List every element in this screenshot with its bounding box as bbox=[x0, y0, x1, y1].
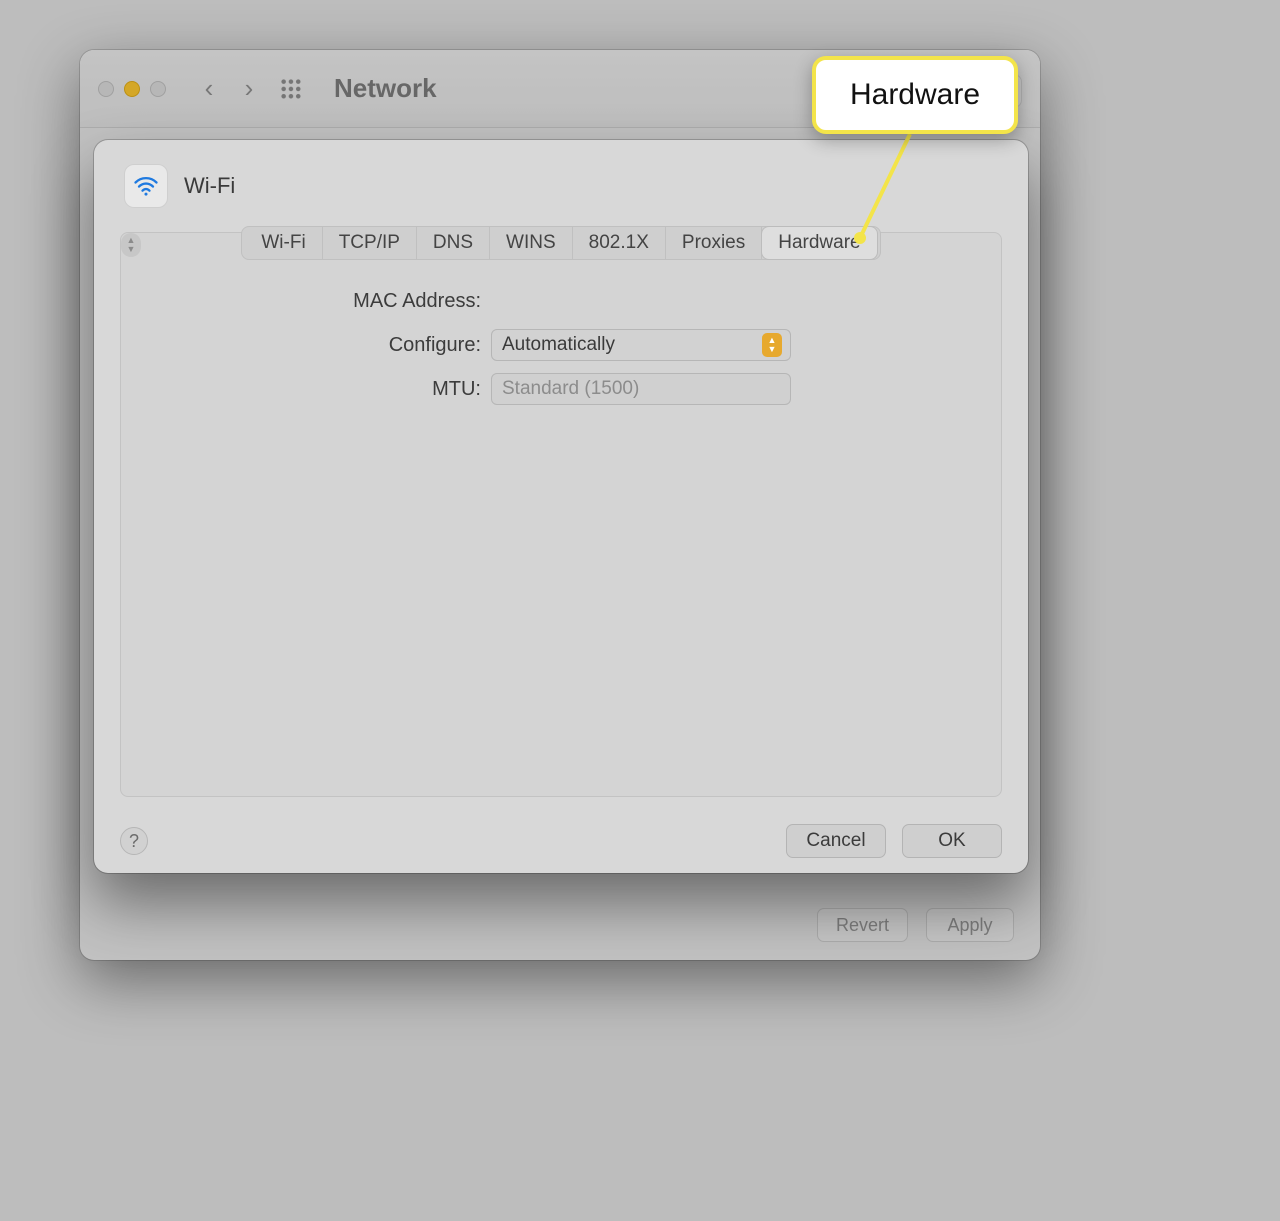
tab-hardware[interactable]: Hardware bbox=[762, 227, 876, 259]
mtu-select[interactable]: Standard (1500) ▲▼ bbox=[491, 373, 791, 405]
mtu-label: MTU: bbox=[121, 378, 491, 401]
mac-address-row: MAC Address: bbox=[121, 279, 1001, 323]
help-button[interactable]: ? bbox=[120, 827, 148, 855]
tab-dns[interactable]: DNS bbox=[417, 227, 490, 259]
sheet-footer: ? Cancel OK bbox=[94, 809, 1028, 873]
tab-proxies[interactable]: Proxies bbox=[666, 227, 762, 259]
select-stepper-icon: ▲▼ bbox=[121, 233, 141, 257]
apply-button[interactable]: Apply bbox=[926, 908, 1014, 942]
hardware-tab-content: MAC Address: Configure: Automatically ▲▼… bbox=[120, 232, 1002, 797]
tab-8021x[interactable]: 802.1X bbox=[573, 227, 666, 259]
configure-select-value: Automatically bbox=[502, 334, 615, 356]
wifi-icon bbox=[124, 164, 168, 208]
hardware-callout-label: Hardware bbox=[850, 78, 980, 112]
configure-row: Configure: Automatically ▲▼ bbox=[121, 323, 1001, 367]
mac-address-label: MAC Address: bbox=[121, 290, 491, 313]
network-window-footer: Revert Apply bbox=[80, 890, 1040, 960]
ok-button[interactable]: OK bbox=[902, 824, 1002, 858]
tab-wifi[interactable]: Wi-Fi bbox=[245, 227, 322, 259]
configure-label: Configure: bbox=[121, 334, 491, 357]
mtu-row: MTU: Standard (1500) ▲▼ bbox=[121, 367, 1001, 411]
sheet-service-name: Wi-Fi bbox=[184, 173, 235, 199]
tab-wins[interactable]: WINS bbox=[490, 227, 573, 259]
sheet-header: Wi-Fi bbox=[94, 140, 1028, 220]
revert-button[interactable]: Revert bbox=[817, 908, 908, 942]
wifi-advanced-sheet: Wi-Fi Wi-Fi TCP/IP DNS WINS 802.1X Proxi… bbox=[94, 140, 1028, 873]
configure-select[interactable]: Automatically ▲▼ bbox=[491, 329, 791, 361]
sheet-tab-bar: Wi-Fi TCP/IP DNS WINS 802.1X Proxies Har… bbox=[241, 226, 881, 260]
cancel-button[interactable]: Cancel bbox=[786, 824, 886, 858]
mtu-select-value: Standard (1500) bbox=[502, 378, 639, 400]
select-stepper-icon: ▲▼ bbox=[762, 333, 782, 357]
tab-tcpip[interactable]: TCP/IP bbox=[323, 227, 417, 259]
hardware-callout: Hardware bbox=[812, 56, 1018, 134]
